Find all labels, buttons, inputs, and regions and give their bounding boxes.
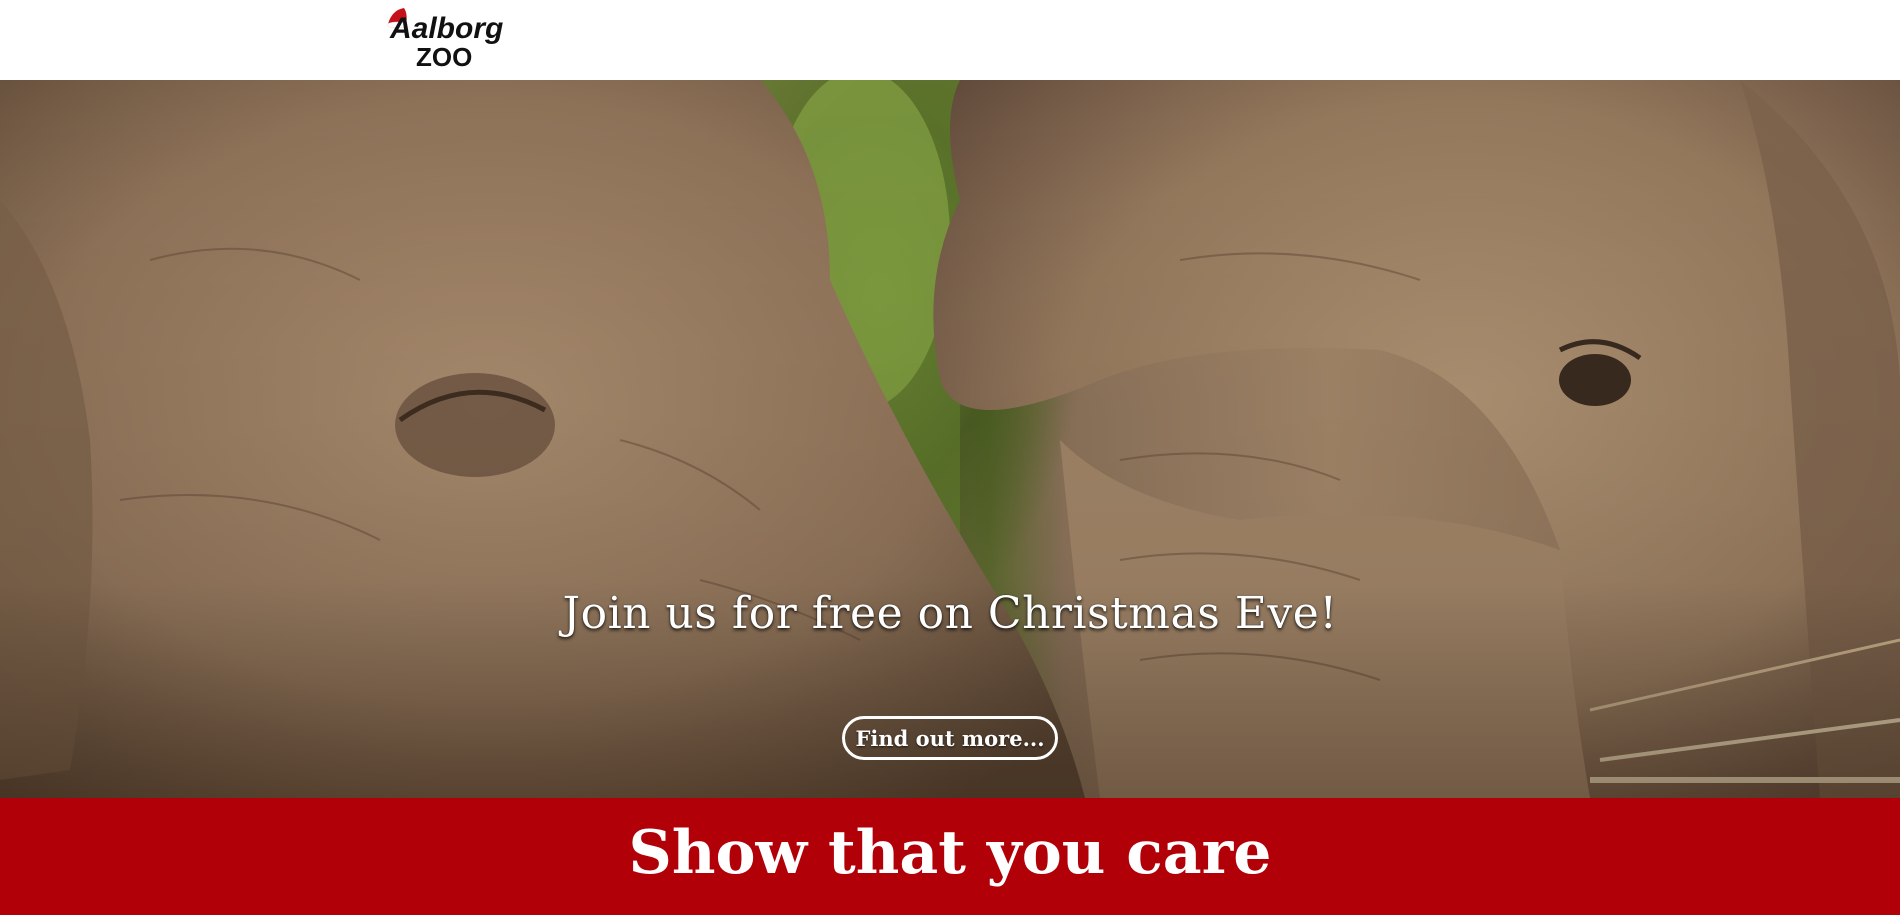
logo-line-1: Aalborg [389,12,503,45]
site-header: Aalborg ZOO [0,0,1900,80]
aalborg-zoo-logo[interactable]: Aalborg ZOO [384,4,508,68]
care-title: Show that you care [628,818,1272,888]
hero-banner: Join us for free on Christmas Eve! Find … [0,80,1900,798]
show-that-you-care-band: Show that you care [0,798,1900,915]
logo-line-2: ZOO [416,42,472,68]
hero-title: Join us for free on Christmas Eve! [562,588,1338,639]
elephants-photo [0,80,1900,798]
find-out-more-button[interactable]: Find out more... [842,716,1058,760]
logo-mark: Aalborg ZOO [386,8,503,68]
